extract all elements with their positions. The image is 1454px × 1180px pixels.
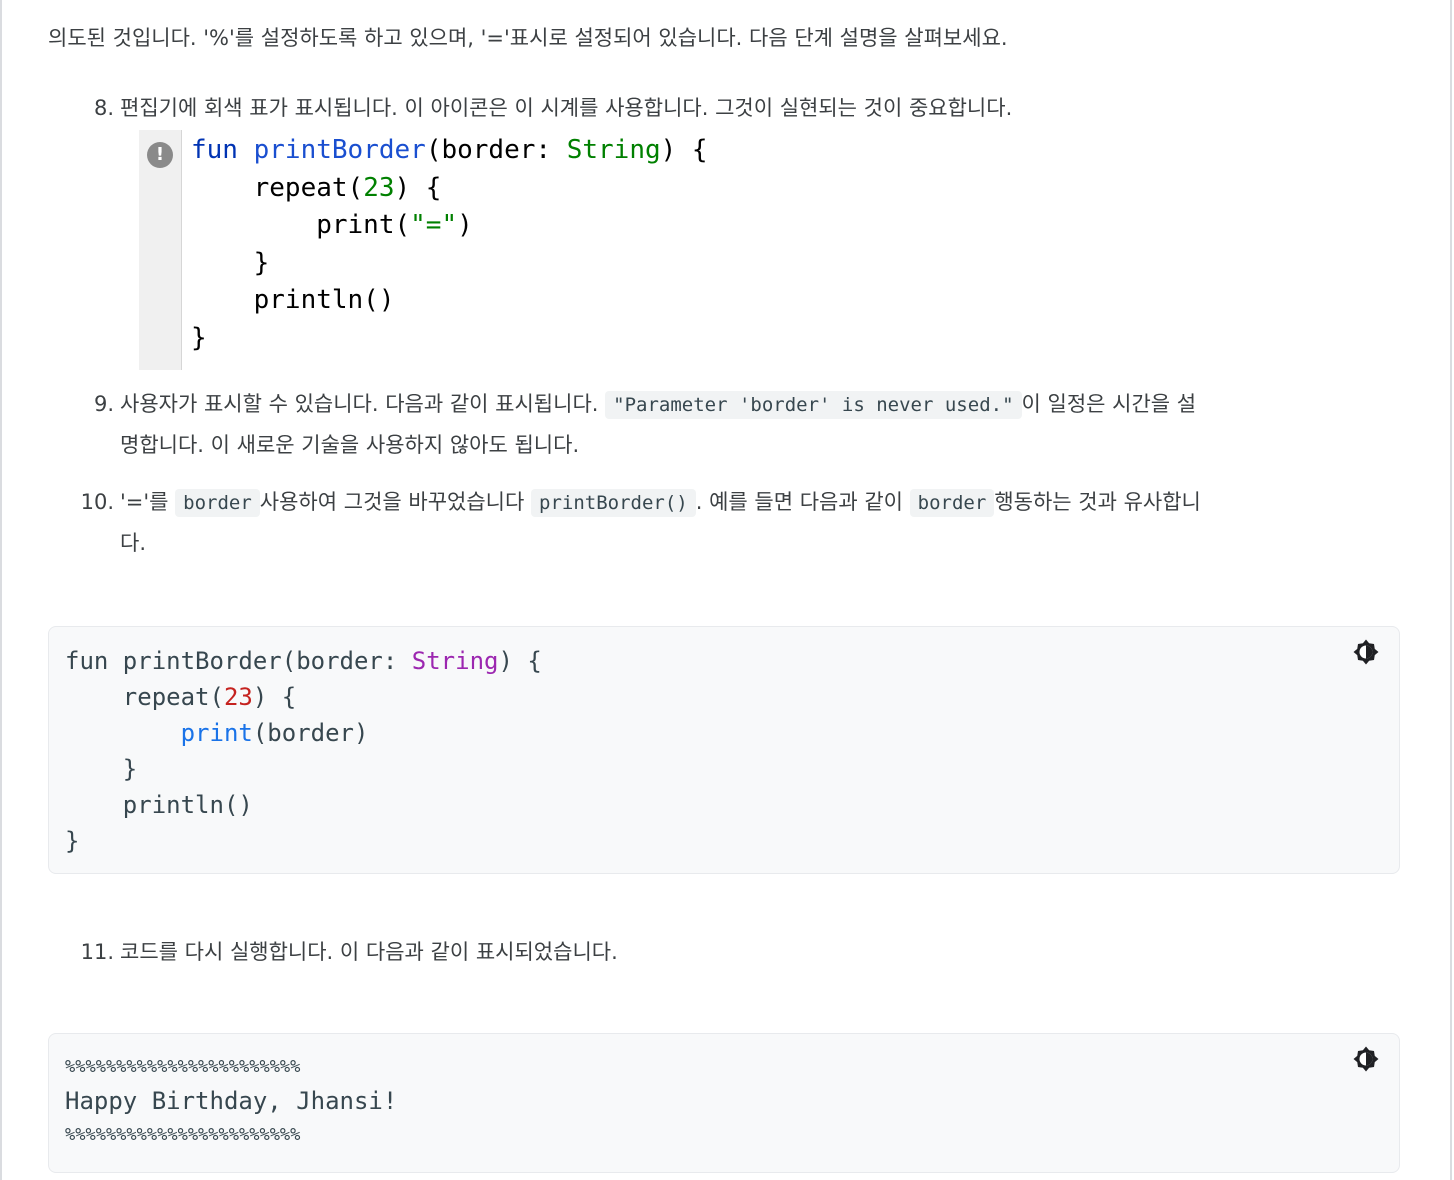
exclamation-circle-icon: !	[147, 142, 173, 168]
step-11: 11. 코드를 다시 실행합니다. 이 다음과 같이 표시되었습니다.	[81, 932, 618, 972]
code-block-kotlin: fun printBorder(border: String) { repeat…	[48, 626, 1400, 874]
output-line: %%%%%%%%%%%%%%%%%%%%%%%	[65, 1057, 301, 1077]
step-text: 사용자가 표시할 수 있습니다. 다음과 같이 표시됩니다.	[120, 392, 599, 416]
code-token: println()	[65, 791, 253, 819]
code-token: )	[457, 210, 473, 240]
step-10: 10. '='를 border 사용하여 그것을 바꾸었습니다 printBord…	[81, 482, 1400, 563]
code-token: (border)	[252, 719, 369, 747]
code-text: fun printBorder(border: String) { repeat…	[65, 643, 542, 859]
code-token: }	[191, 322, 207, 353]
output-text: %%%%%%%%%%%%%%%%%%%%%%% Happy Birthday, …	[65, 1052, 397, 1150]
step-text: 다.	[120, 531, 146, 555]
code-token: }	[65, 755, 138, 783]
output-line: Happy Birthday, Jhansi!	[65, 1087, 398, 1115]
inline-code: "Parameter 'border' is never used."	[605, 391, 1022, 419]
inline-code: printBorder()	[531, 489, 696, 517]
step-text: 이 일정은 시간을 설	[1021, 392, 1197, 416]
code-token: 23	[363, 172, 395, 203]
code-token: 23	[223, 683, 253, 711]
code-token: ) {	[498, 647, 542, 675]
code-token: printBorder	[253, 135, 426, 165]
output-line: %%%%%%%%%%%%%%%%%%%%%%%	[65, 1125, 301, 1145]
code-token: println()	[191, 285, 395, 315]
code-token: "="	[410, 210, 458, 240]
step-number: 9.	[93, 392, 114, 416]
code-token: print	[180, 719, 253, 747]
code-token: }	[191, 247, 270, 278]
step-text: . 예를 들면 다음과 같이	[695, 490, 903, 514]
ide-code-lines: fun printBorder(border: String) { repeat…	[191, 132, 708, 357]
step-number: 8.	[93, 96, 114, 120]
gutter-divider	[181, 130, 182, 370]
code-token: repeat(	[65, 683, 224, 711]
brightness-contrast-icon[interactable]	[1351, 1044, 1381, 1074]
code-token: ) {	[394, 172, 442, 203]
step-text: 행동하는 것과 유사합니	[994, 490, 1201, 514]
ide-code-snippet: ! fun printBorder(border: String) { repe…	[139, 130, 759, 370]
step-text: 코드를 다시 실행합니다. 이 다음과 같이 표시되었습니다.	[120, 940, 618, 964]
code-token: ) {	[252, 683, 297, 711]
code-token: fun	[191, 135, 238, 165]
step-text: 사용하여 그것을 바꾸었습니다	[259, 490, 525, 514]
intro-paragraph: 의도된 것입니다. '%'를 설정하도록 하고 있으며, '='표시로 설정되어…	[48, 26, 1008, 50]
step-text: 편집기에 회색 표가 표시됩니다. 이 아이콘은 이 시계를 사용합니다. 그것…	[120, 96, 1013, 120]
step-number: 11.	[80, 940, 114, 964]
step-number: 10.	[80, 490, 114, 514]
code-token: (border:	[425, 135, 567, 165]
step-9: 9. 사용자가 표시할 수 있습니다. 다음과 같이 표시됩니다. "Param…	[94, 384, 1400, 465]
inline-code: border	[175, 489, 260, 517]
step-8: 8. 편집기에 회색 표가 표시됩니다. 이 아이콘은 이 시계를 사용합니다.…	[94, 88, 1013, 128]
code-token: String	[566, 135, 661, 165]
brightness-contrast-icon[interactable]	[1351, 637, 1381, 667]
code-block-output: %%%%%%%%%%%%%%%%%%%%%%% Happy Birthday, …	[48, 1033, 1400, 1173]
code-token: print(	[191, 210, 411, 240]
code-token: String	[411, 647, 499, 675]
step-text: 명합니다. 이 새로운 기술을 사용하지 않아도 됩니다.	[120, 433, 580, 457]
step-text: '='를	[120, 490, 169, 514]
code-token: fun printBorder(border:	[65, 647, 412, 675]
code-token: repeat(	[191, 172, 364, 203]
code-token: }	[65, 827, 80, 855]
code-token: ) {	[660, 135, 708, 165]
inline-code: border	[909, 489, 995, 517]
document-page: 의도된 것입니다. '%'를 설정하도록 하고 있으며, '='표시로 설정되어…	[0, 0, 1452, 1180]
